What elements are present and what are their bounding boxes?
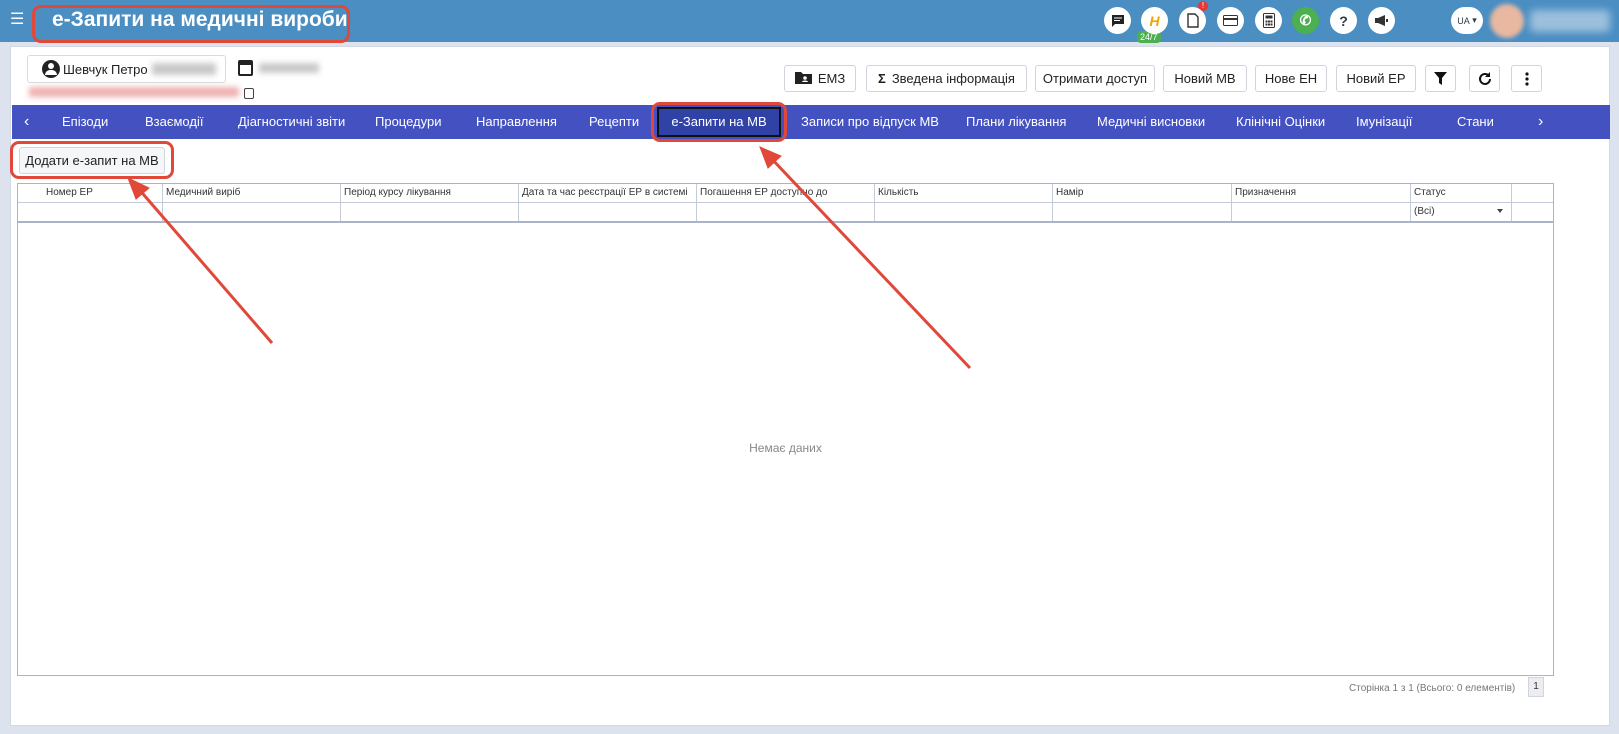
- tab-highlight: [651, 102, 787, 142]
- card-icon[interactable]: [1217, 7, 1244, 34]
- megaphone-icon[interactable]: [1368, 7, 1395, 34]
- h-logo-icon[interactable]: H: [1141, 7, 1168, 34]
- requests-grid: Номер ЕР Медичний виріб Період курсу лік…: [17, 183, 1554, 676]
- tab-dispense-records[interactable]: Записи про відпуск МВ: [801, 105, 939, 139]
- header-cell[interactable]: Медичний виріб: [162, 184, 340, 202]
- header-cell-actions: [1511, 184, 1553, 202]
- patient-selector[interactable]: Шевчук Петро: [27, 55, 226, 83]
- header-cell[interactable]: Дата та час реєстрації ЕР в системі: [518, 184, 696, 202]
- header-cell[interactable]: Призначення: [1231, 184, 1410, 202]
- pager-summary: Сторінка 1 з 1 (Всього: 0 елементів): [1349, 683, 1516, 694]
- tabs-bar: ‹ Епізоди Взаємодії Діагностичні звіти П…: [12, 105, 1610, 139]
- filter-cell[interactable]: [1231, 203, 1410, 221]
- status-filter-value: (Всі): [1414, 206, 1435, 217]
- summary-label: Зведена інформація: [891, 71, 1015, 86]
- status-filter-select[interactable]: (Всі): [1410, 203, 1511, 221]
- tab-prescriptions[interactable]: Рецепти: [589, 105, 639, 139]
- tab-care-plans[interactable]: Плани лікування: [966, 105, 1066, 139]
- grid-header-row: Номер ЕР Медичний виріб Період курсу лік…: [18, 184, 1553, 203]
- header-cell-select: [18, 184, 43, 202]
- copy-icon[interactable]: [244, 88, 254, 99]
- filter-icon: [1434, 72, 1447, 85]
- tab-interactions[interactable]: Взаємодії: [145, 105, 203, 139]
- help-icon[interactable]: ?: [1330, 7, 1357, 34]
- filter-cell[interactable]: [162, 203, 340, 221]
- patient-id-redacted: [29, 87, 239, 97]
- tab-diagnostic-reports[interactable]: Діагностичні звіти: [238, 105, 345, 139]
- summary-button[interactable]: Σ Зведена інформація: [866, 65, 1027, 92]
- tab-medical-conclusions[interactable]: Медичні висновки: [1097, 105, 1205, 139]
- more-button[interactable]: [1511, 65, 1542, 92]
- tabs-scroll-right-icon[interactable]: ›: [1538, 105, 1543, 139]
- tab-clinical-assessments[interactable]: Клінічні Оцінки: [1236, 105, 1325, 139]
- tab-referrals[interactable]: Направлення: [476, 105, 557, 139]
- more-vertical-icon: [1524, 71, 1529, 86]
- language-label: UA: [1457, 15, 1470, 26]
- header-cell[interactable]: Погашення ЕР доступно до: [696, 184, 874, 202]
- emz-label: ЕМЗ: [817, 71, 846, 86]
- user-avatar[interactable]: [1490, 4, 1524, 38]
- patient-surname-redacted: [151, 63, 216, 75]
- header-cell[interactable]: Період курсу лікування: [340, 184, 518, 202]
- filter-button[interactable]: [1425, 65, 1456, 92]
- tab-episodes[interactable]: Епізоди: [62, 105, 108, 139]
- new-er-button[interactable]: Новий ЕР: [1336, 65, 1416, 92]
- header-cell[interactable]: Намір: [1052, 184, 1231, 202]
- empty-state-text: Немає даних: [749, 441, 822, 455]
- filter-cell[interactable]: [1052, 203, 1231, 221]
- refresh-button[interactable]: [1469, 65, 1500, 92]
- filter-cell[interactable]: [518, 203, 696, 221]
- header-cell[interactable]: Кількість: [874, 184, 1052, 202]
- title-highlight: [32, 5, 350, 43]
- tab-procedures[interactable]: Процедури: [375, 105, 441, 139]
- user-circle-icon: [42, 60, 60, 78]
- grid-filter-row: (Всі): [18, 203, 1553, 223]
- language-selector[interactable]: UA ▾: [1451, 7, 1483, 34]
- patient-name: Шевчук Петро: [63, 61, 148, 77]
- filter-cell[interactable]: [340, 203, 518, 221]
- chevron-down-icon: [1497, 209, 1503, 213]
- tab-immunizations[interactable]: Імунізації: [1356, 105, 1412, 139]
- calendar-icon: [238, 60, 253, 76]
- refresh-icon: [1478, 71, 1491, 85]
- new-eh-button[interactable]: Нове ЕН: [1255, 65, 1327, 92]
- emz-button[interactable]: ЕМЗ: [784, 65, 856, 92]
- folder-user-icon: [794, 71, 812, 87]
- phone-icon[interactable]: ✆: [1292, 7, 1319, 34]
- user-name-redacted: [1530, 10, 1610, 32]
- hamburger-menu-icon[interactable]: ☰: [10, 11, 24, 29]
- new-mv-button[interactable]: Новий МВ: [1163, 65, 1247, 92]
- page-button[interactable]: 1: [1528, 677, 1544, 697]
- add-button-highlight: [10, 141, 174, 179]
- header-cell[interactable]: Номер ЕР: [43, 184, 162, 202]
- filter-cell-actions: [1511, 203, 1553, 221]
- tab-conditions[interactable]: Стани: [1457, 105, 1494, 139]
- filter-cell[interactable]: [874, 203, 1052, 221]
- sigma-icon: Σ: [878, 71, 886, 86]
- birthdate-redacted: [259, 63, 319, 73]
- header-cell[interactable]: Статус: [1410, 184, 1511, 202]
- filter-cell[interactable]: [696, 203, 874, 221]
- pdf-icon[interactable]: [1179, 7, 1206, 34]
- get-access-button[interactable]: Отримати доступ: [1035, 65, 1155, 92]
- calculator-icon[interactable]: [1255, 7, 1282, 34]
- tabs-scroll-left-icon[interactable]: ‹: [24, 105, 29, 139]
- chat-icon[interactable]: [1104, 7, 1131, 34]
- main-panel: Шевчук Петро ЕМЗ Σ Зведена інформація Отр…: [10, 46, 1610, 726]
